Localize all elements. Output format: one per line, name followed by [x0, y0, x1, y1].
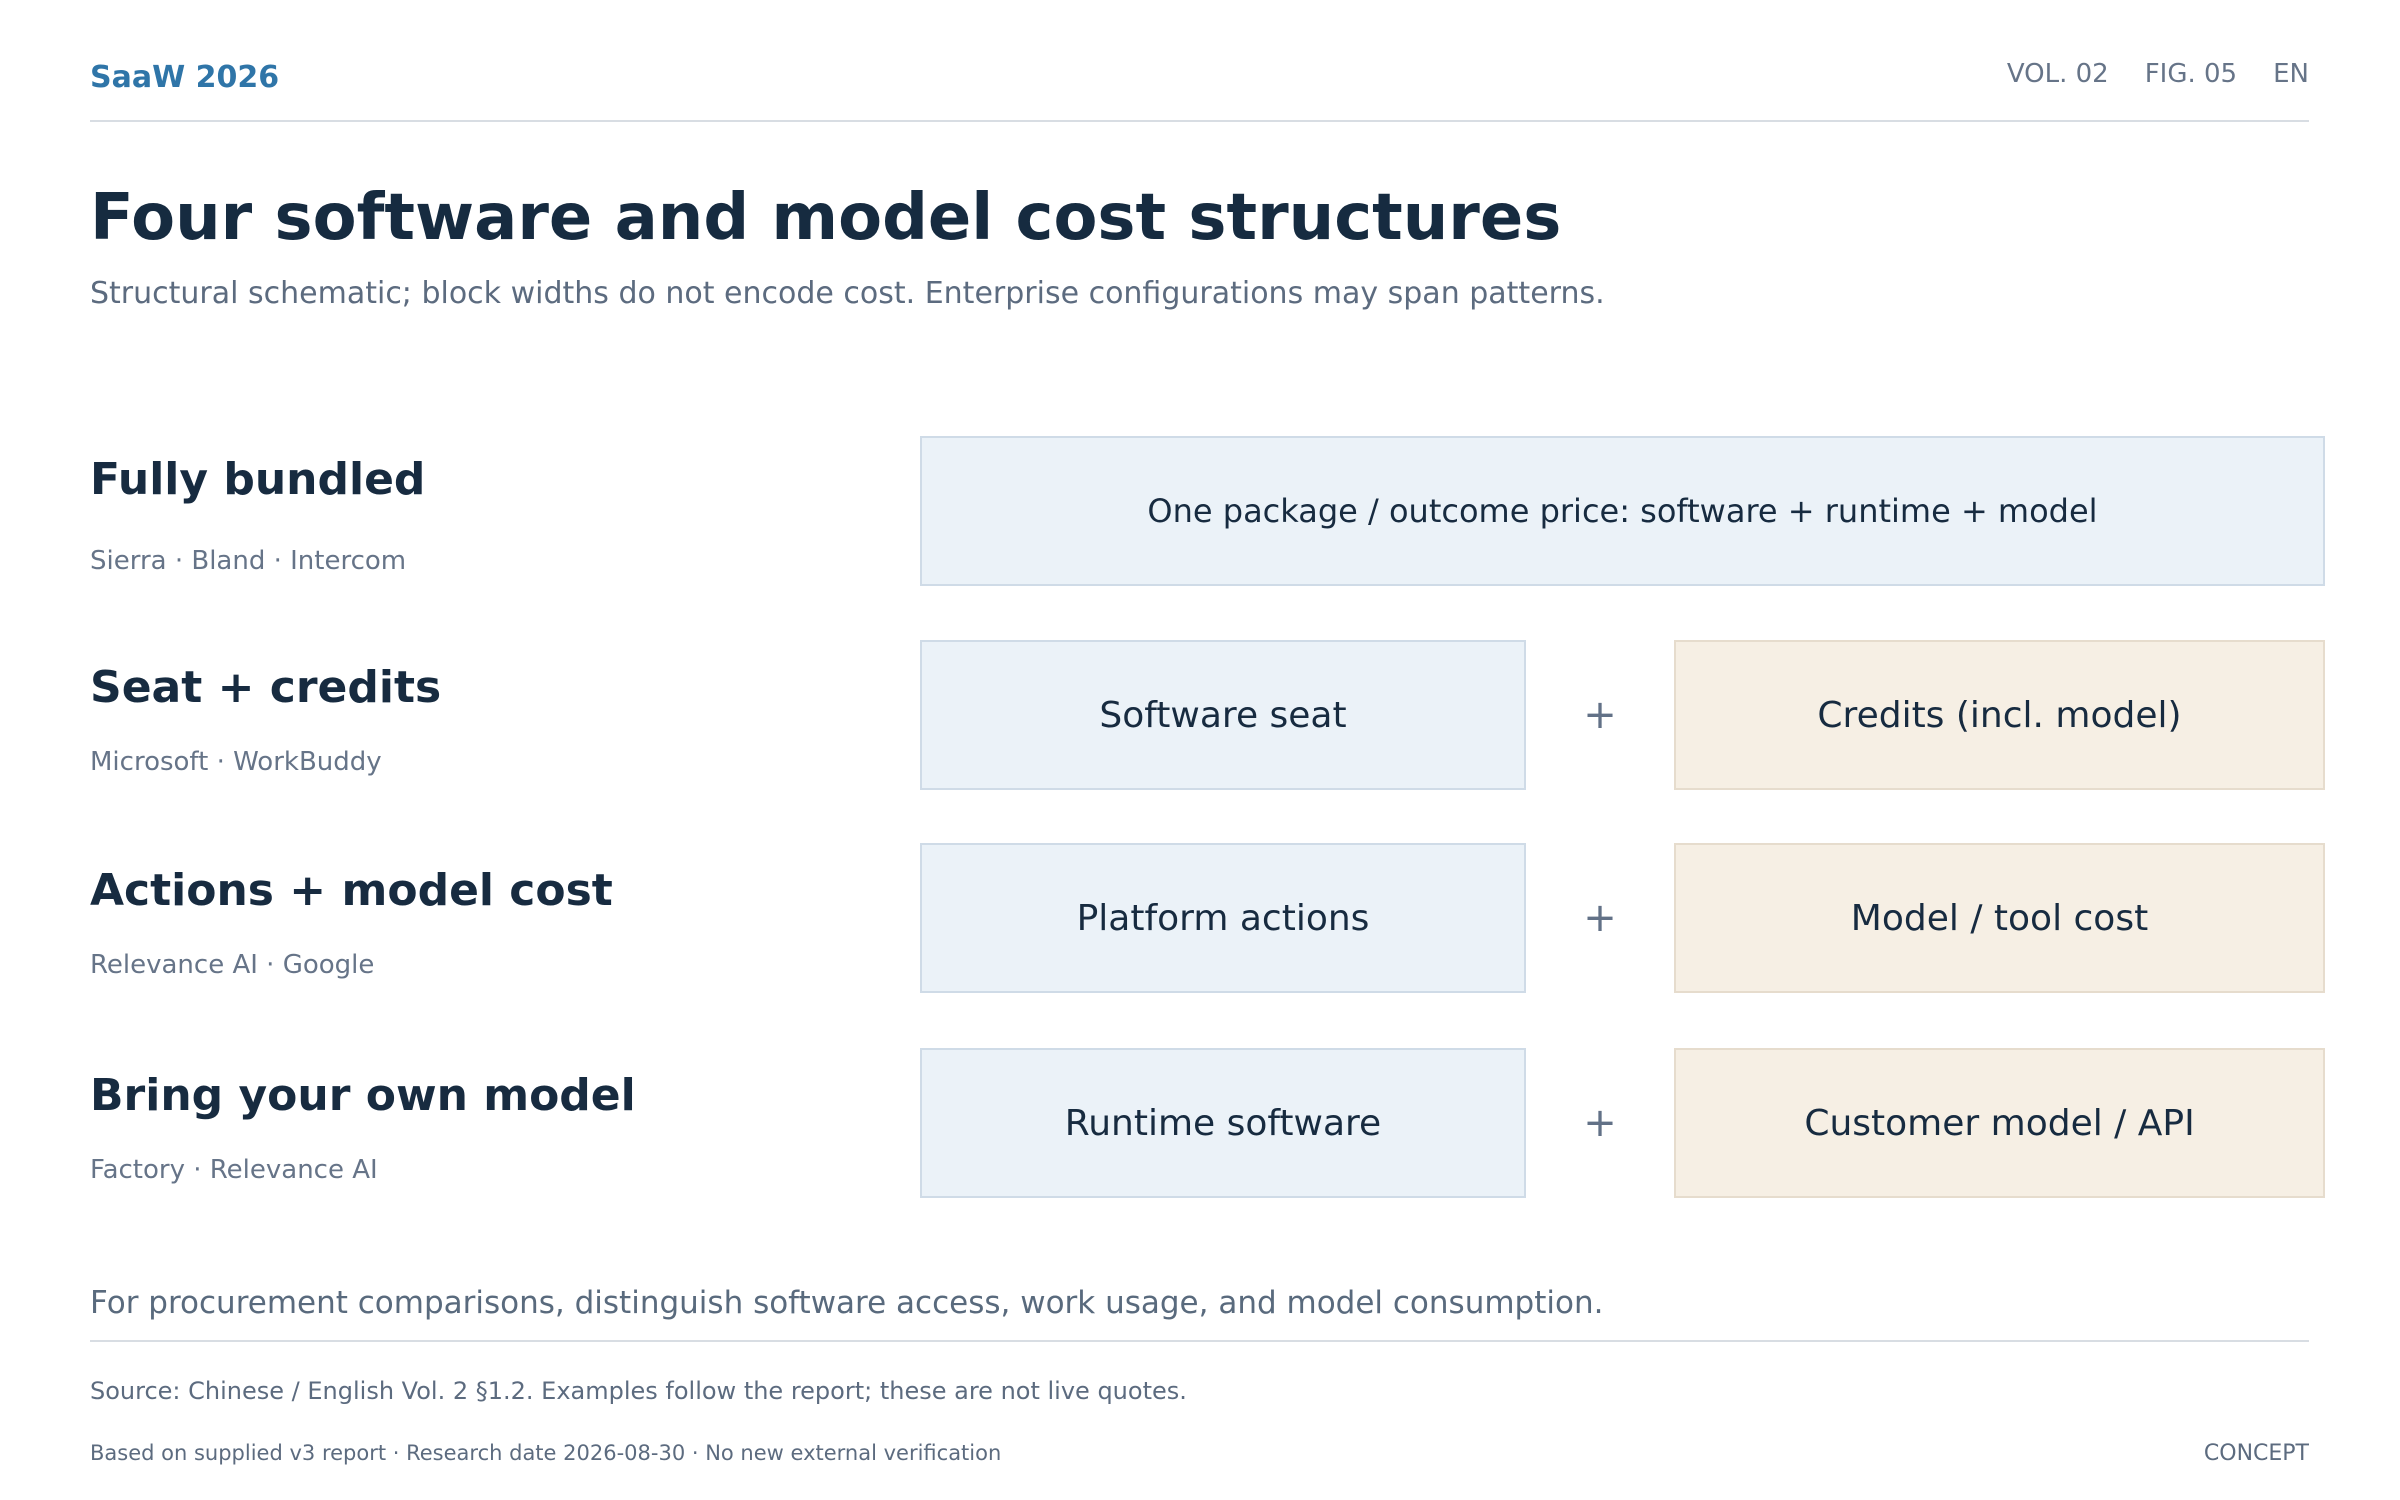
language-label: EN	[2273, 59, 2309, 89]
figure-title: Four software and model cost structures	[90, 181, 1562, 255]
model-tool-cost-block: Model / tool cost	[1674, 843, 2325, 993]
seat-credits-row: Seat + credits Microsoft · WorkBuddy Sof…	[0, 640, 2400, 794]
cost-structures-figure: SaaW 2026 VOL. 02 FIG. 05 EN Four softwa…	[0, 0, 2400, 1500]
fully-bundled-examples: Sierra · Bland · Intercom	[90, 546, 407, 576]
bring-your-own-model-row: Bring your own model Factory · Relevance…	[0, 1048, 2400, 1202]
fully-bundled-label: Fully bundled	[90, 454, 426, 505]
plus-symbol: +	[1583, 1100, 1617, 1146]
bring-your-own-model-label: Bring your own model	[90, 1070, 636, 1121]
software-seat-block: Software seat	[920, 640, 1526, 790]
report-header: SaaW 2026 VOL. 02 FIG. 05 EN	[90, 58, 2309, 122]
brand-name: SaaW 2026	[90, 60, 280, 95]
procurement-note: For procurement comparisons, distinguish…	[90, 1285, 1604, 1321]
figure-subtitle: Structural schematic; block widths do no…	[90, 276, 1605, 311]
research-basis: Based on supplied v3 report · Research d…	[90, 1441, 1002, 1465]
seat-credits-examples: Microsoft · WorkBuddy	[90, 747, 382, 777]
source-citation: Source: Chinese / English Vol. 2 §1.2. E…	[90, 1377, 1187, 1405]
figure-metadata: VOL. 02 FIG. 05 EN	[2007, 58, 2309, 90]
bundled-package-block: One package / outcome price: software + …	[920, 436, 2325, 586]
bring-your-own-model-examples: Factory · Relevance AI	[90, 1155, 378, 1185]
credits-model-block: Credits (incl. model)	[1674, 640, 2325, 790]
volume-label: VOL. 02	[2006, 59, 2109, 89]
platform-actions-block: Platform actions	[920, 843, 1526, 993]
fully-bundled-row: Fully bundled Sierra · Bland · Intercom …	[0, 436, 2400, 590]
plus-symbol: +	[1583, 895, 1617, 941]
plus-symbol: +	[1583, 692, 1617, 738]
actions-model-cost-examples: Relevance AI · Google	[90, 950, 375, 980]
concept-badge: CONCEPT	[2203, 1441, 2309, 1466]
figure-label: FIG. 05	[2144, 59, 2238, 89]
footer-divider	[90, 1340, 2309, 1342]
runtime-software-block: Runtime software	[920, 1048, 1526, 1198]
actions-model-cost-row: Actions + model cost Relevance AI · Goog…	[0, 843, 2400, 997]
customer-model-api-block: Customer model / API	[1674, 1048, 2325, 1198]
actions-model-cost-label: Actions + model cost	[90, 865, 613, 916]
seat-credits-label: Seat + credits	[90, 662, 442, 713]
